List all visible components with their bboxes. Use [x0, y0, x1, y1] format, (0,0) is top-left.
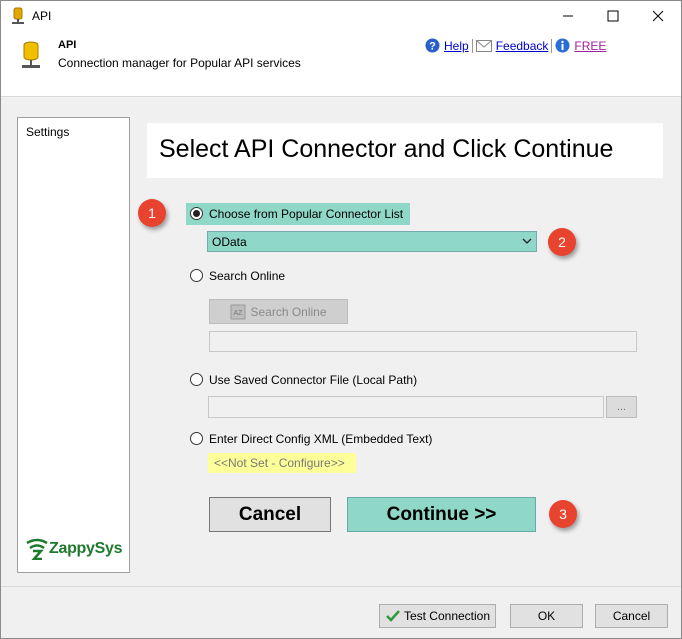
feedback-link[interactable]: Feedback — [496, 39, 549, 53]
dialog-footer: Test Connection OK Cancel — [1, 586, 681, 638]
callout-badge: 2 — [548, 228, 576, 256]
search-online-button[interactable]: AZ Search Online — [209, 299, 348, 324]
cancel-button[interactable]: Cancel — [209, 497, 331, 532]
title-bar: API — [1, 1, 681, 31]
help-link[interactable]: Help — [444, 39, 469, 53]
link-divider — [471, 38, 473, 53]
callout-badge: 3 — [549, 500, 577, 528]
link-divider — [551, 38, 553, 53]
header-links: ? Help Feedback FREE — [425, 38, 606, 53]
maximize-button[interactable] — [590, 1, 636, 31]
minimize-button[interactable] — [545, 1, 591, 31]
help-icon: ? — [425, 38, 440, 53]
chevron-down-icon — [522, 238, 532, 244]
option-search-online-label[interactable]: Search Online — [209, 269, 285, 283]
page-title: Select API Connector and Click Continue — [159, 135, 614, 163]
heading-box: Select API Connector and Click Continue — [147, 123, 663, 178]
svg-text:AZ: AZ — [234, 310, 244, 317]
radio-direct-xml[interactable] — [190, 432, 203, 445]
info-icon — [555, 38, 570, 53]
maximize-icon — [607, 10, 619, 22]
zappysys-logo: ZappySys — [25, 538, 122, 560]
close-icon — [652, 10, 664, 22]
continue-button[interactable]: Continue >> — [347, 497, 536, 532]
connector-select-value: OData — [212, 235, 247, 249]
option-popular-list-label[interactable]: Choose from Popular Connector List — [209, 207, 403, 221]
configure-xml-link[interactable]: <<Not Set - Configure>> — [208, 453, 356, 473]
dialog-window: API API Connection manager for Popular A… — [0, 0, 682, 639]
test-connection-label: Test Connection — [403, 609, 491, 623]
connection-name: API — [58, 39, 77, 51]
zappysys-logo-icon — [26, 538, 48, 560]
mail-icon — [475, 39, 492, 52]
app-icon — [10, 7, 26, 28]
database-connector-icon — [19, 41, 43, 74]
search-online-button-label: Search Online — [250, 304, 327, 319]
sidebar-item-settings[interactable]: Settings — [26, 125, 69, 139]
radio-popular-list[interactable] — [190, 207, 203, 220]
radio-saved-file[interactable] — [190, 373, 203, 386]
file-path-input[interactable] — [208, 396, 604, 418]
option-saved-file-label[interactable]: Use Saved Connector File (Local Path) — [209, 373, 417, 387]
radio-search-online[interactable] — [190, 269, 203, 282]
settings-sidebar: Settings ZappySys — [17, 117, 130, 573]
test-connection-button[interactable]: Test Connection — [379, 604, 496, 628]
svg-text:?: ? — [429, 41, 436, 53]
callout-badge: 1 — [138, 199, 166, 227]
connector-select[interactable]: OData — [207, 231, 537, 252]
connection-description: Connection manager for Popular API servi… — [58, 56, 301, 70]
browse-button[interactable]: ... — [606, 396, 637, 418]
minimize-icon — [563, 15, 573, 17]
zappysys-logo-text: ZappySys — [49, 540, 123, 557]
free-link[interactable]: FREE — [574, 39, 606, 53]
footer-cancel-button[interactable]: Cancel — [595, 604, 668, 628]
window-title: API — [32, 9, 52, 23]
search-az-icon: AZ — [230, 304, 246, 319]
dialog-header: API Connection manager for Popular API s… — [1, 31, 681, 97]
option-direct-xml-label[interactable]: Enter Direct Config XML (Embedded Text) — [209, 432, 432, 446]
checkmark-icon — [386, 610, 400, 622]
close-button[interactable] — [635, 1, 681, 31]
search-online-textbox[interactable] — [209, 331, 637, 352]
ok-button[interactable]: OK — [510, 604, 583, 628]
